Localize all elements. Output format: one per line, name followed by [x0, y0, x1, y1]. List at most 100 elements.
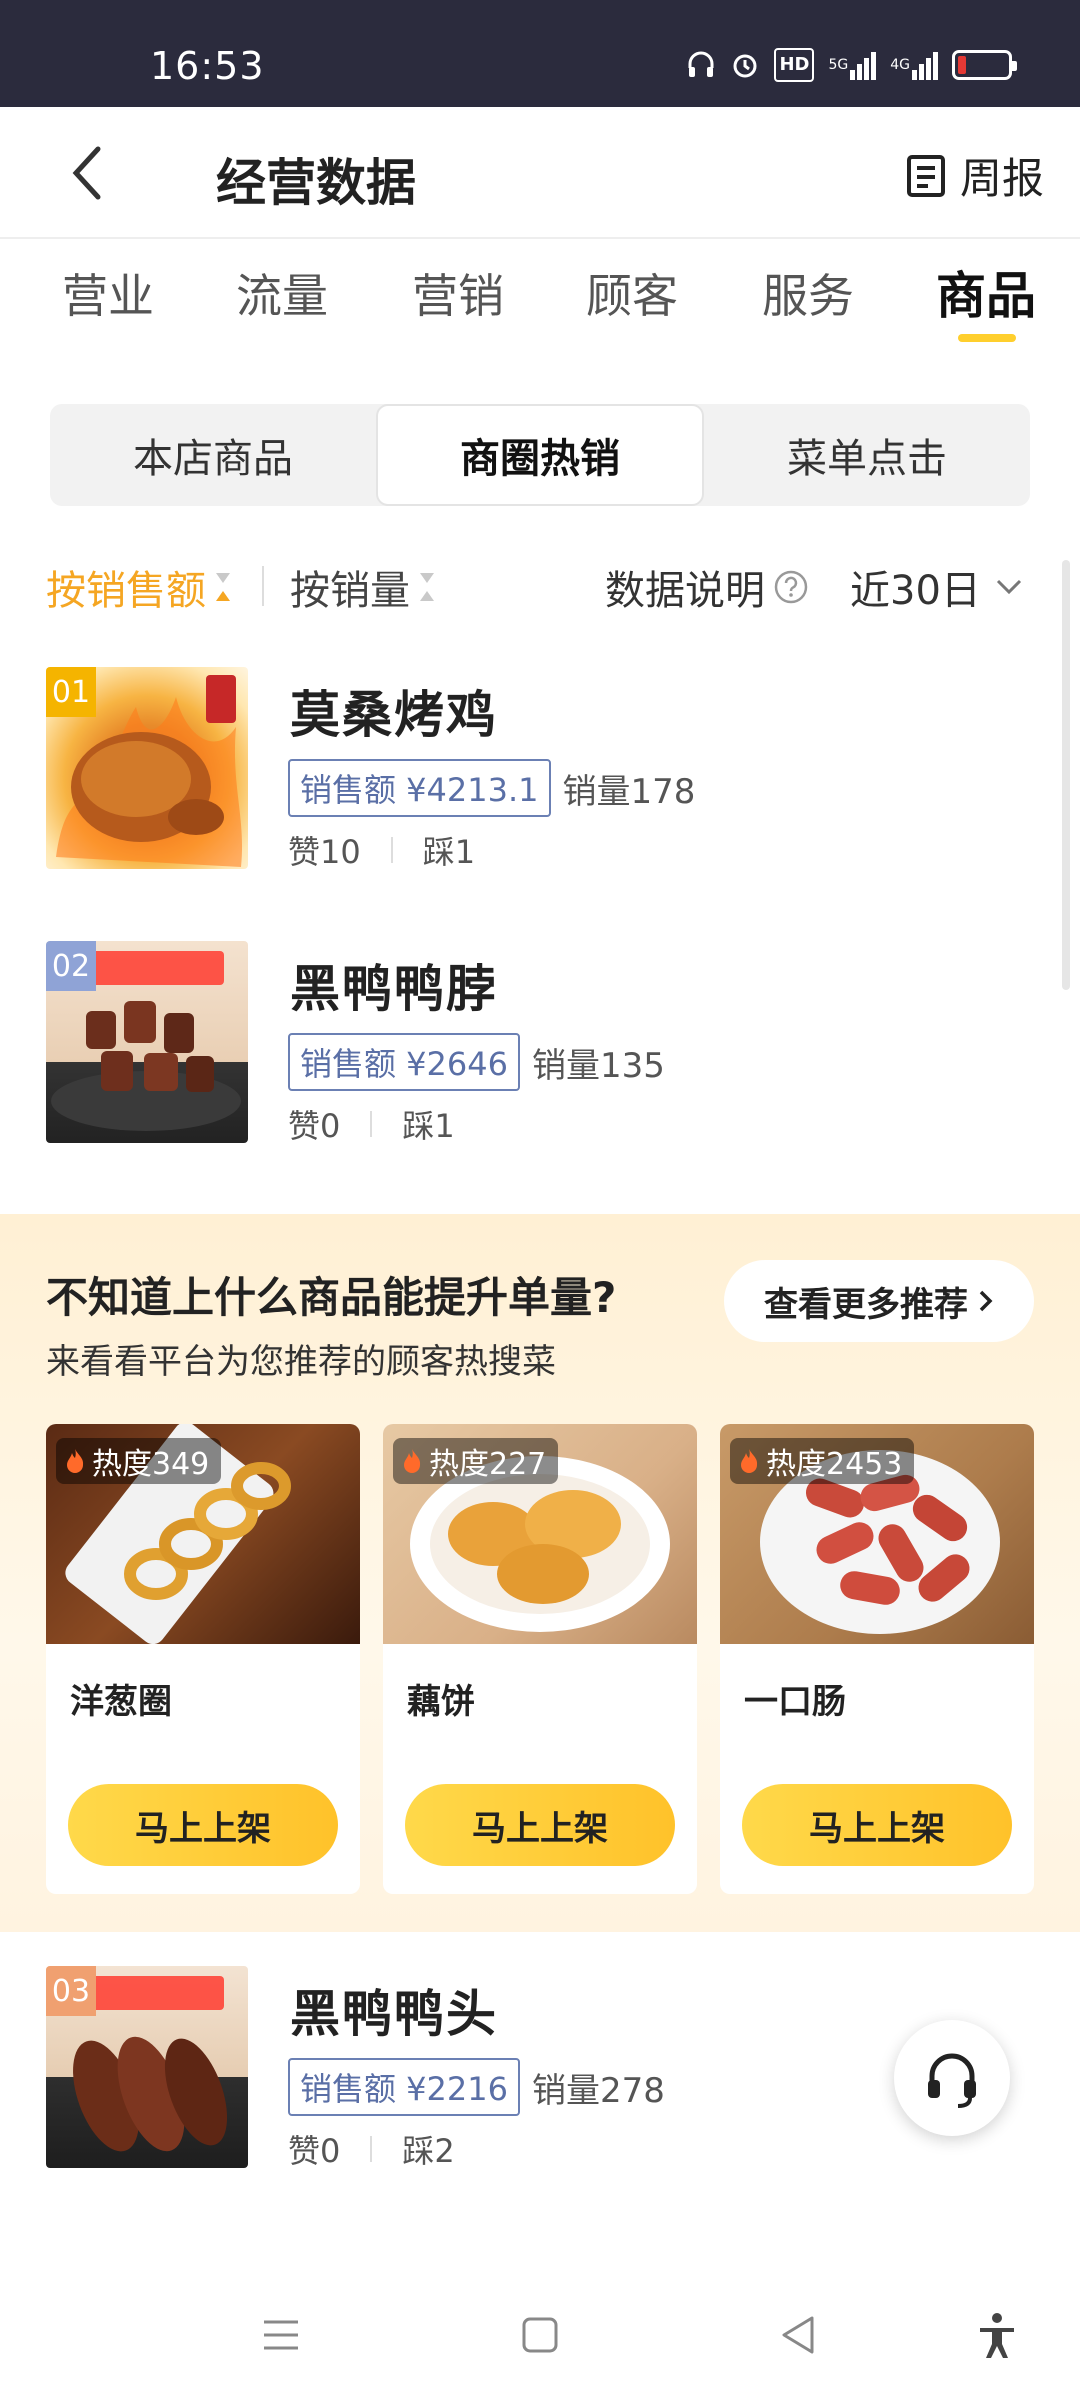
status-icons: HD 5G 4G: [686, 48, 1017, 82]
product-thumbnail: 03: [46, 1966, 248, 2168]
tab-customers[interactable]: 顾客: [586, 260, 678, 326]
recommend-card[interactable]: 热度349 洋葱圈 马上上架: [46, 1424, 360, 1894]
sort-row: 按销售额 按销量 数据说明 近30日: [0, 552, 1080, 622]
sales-amount-tag: 销售额 ¥4213.1: [288, 759, 551, 817]
product-item[interactable]: 01 莫桑烤鸡 销售额 ¥4213.1 销量178 赞10 踩1: [0, 667, 1080, 877]
sort-by-sales-volume[interactable]: 按销量: [290, 558, 438, 616]
main-tabs: 营业 流量 营销 顾客 服务 商品: [0, 246, 1080, 346]
accessibility-icon[interactable]: [972, 2310, 1022, 2360]
hd-icon: HD: [774, 48, 815, 82]
back-arrow-icon[interactable]: [60, 143, 120, 203]
dislikes-count: 踩1: [422, 833, 476, 871]
more-recommendations-button[interactable]: 查看更多推荐: [724, 1260, 1034, 1342]
period-dropdown[interactable]: 近30日: [850, 558, 1023, 616]
tab-products[interactable]: 商品: [936, 256, 1036, 328]
back-triangle-icon[interactable]: [774, 2310, 824, 2360]
data-note-button[interactable]: 数据说明: [605, 558, 809, 616]
product-item[interactable]: 02 黑鸭鸭脖 销售额 ¥2646 销量135 赞0 踩1: [0, 941, 1080, 1151]
flame-icon: [67, 1449, 84, 1473]
rank-badge: 01: [46, 667, 96, 717]
sales-volume: 销量178: [562, 771, 696, 812]
tab-business[interactable]: 营业: [62, 260, 154, 326]
recommend-image: 热度2453: [720, 1424, 1034, 1644]
feedback-divider: [370, 2136, 373, 2162]
more-recommendations-label: 查看更多推荐: [764, 1284, 968, 1325]
4g-label: 4G: [890, 57, 910, 73]
heat-badge: 热度349: [56, 1438, 222, 1484]
5g-label: 5G: [828, 57, 849, 73]
status-bar: 16:53 HD 5G 4G: [0, 0, 1080, 107]
recommend-card[interactable]: 热度2453 一口肠 马上上架: [720, 1424, 1034, 1894]
flame-icon: [741, 1449, 758, 1473]
tab-service[interactable]: 服务: [762, 260, 854, 326]
rank-badge: 02: [46, 941, 96, 991]
period-label: 近30日: [850, 568, 981, 614]
list-now-button[interactable]: 马上上架: [405, 1784, 675, 1866]
segment-menu-clicks[interactable]: 菜单点击: [704, 404, 1030, 506]
recommend-card[interactable]: 热度227 藕饼 马上上架: [383, 1424, 697, 1894]
menu-icon[interactable]: [256, 2310, 306, 2360]
tab-traffic[interactable]: 流量: [236, 260, 328, 326]
sort-by-sales-amount[interactable]: 按销售额: [46, 558, 234, 616]
sort-by-sales-volume-label: 按销量: [290, 568, 410, 614]
heat-badge: 热度2453: [730, 1438, 915, 1484]
status-time: 16:53: [150, 44, 265, 88]
sales-amount-tag: 销售额 ¥2216: [288, 2058, 520, 2116]
chevron-down-icon: [996, 579, 1021, 595]
recommendation-title: 不知道上什么商品能提升单量?: [46, 1273, 617, 1322]
rank-badge: 03: [46, 1966, 96, 2016]
sort-icon: [216, 573, 230, 601]
dislikes-count: 踩2: [402, 2132, 455, 2170]
5g-signal-icon: 5G: [828, 50, 877, 80]
home-square-icon[interactable]: [515, 2310, 565, 2360]
segment-area-hot-sales[interactable]: 商圈热销: [376, 404, 704, 506]
sort-icon: [420, 573, 434, 601]
product-tags: 销售额 ¥2216 销量278: [288, 2058, 665, 2116]
recommend-dish-name: 藕饼: [407, 1682, 475, 1722]
list-now-button[interactable]: 马上上架: [68, 1784, 338, 1866]
recommendation-section: 不知道上什么商品能提升单量? 来看看平台为您推荐的顾客热搜菜 查看更多推荐 热度…: [0, 1214, 1080, 1932]
heat-badge: 热度227: [393, 1438, 559, 1484]
product-thumbnail: 01: [46, 667, 248, 869]
sales-volume: 销量278: [531, 2070, 665, 2111]
sales-volume: 销量135: [531, 1045, 665, 1086]
segment-store-products[interactable]: 本店商品: [50, 404, 376, 506]
page-title: 经营数据: [216, 154, 416, 212]
product-feedback: 赞0 踩1: [288, 1101, 455, 1147]
weekly-report-label: 周报: [959, 154, 1044, 203]
product-name: 黑鸭鸭头: [290, 1985, 498, 2043]
report-icon: [906, 154, 945, 197]
sort-divider: [262, 566, 264, 606]
segment-control: 本店商品 商圈热销 菜单点击: [50, 404, 1030, 506]
feedback-divider: [390, 837, 393, 863]
product-name: 黑鸭鸭脖: [290, 960, 498, 1018]
dislikes-count: 踩1: [402, 1107, 455, 1145]
active-tab-indicator: [958, 334, 1016, 342]
product-thumbnail: 02: [46, 941, 248, 1143]
chevron-right-icon: [979, 1290, 993, 1312]
sort-by-sales-amount-label: 按销售额: [46, 568, 206, 614]
system-nav-bar: [0, 2270, 1080, 2400]
app-header: 经营数据 周报: [0, 107, 1080, 239]
list-now-button[interactable]: 马上上架: [742, 1784, 1012, 1866]
recommend-dish-name: 一口肠: [744, 1682, 846, 1722]
heat-value: 热度227: [429, 1447, 547, 1482]
question-icon: [774, 570, 808, 604]
alarm-icon: [733, 54, 757, 78]
heat-value: 热度2453: [766, 1447, 903, 1482]
battery-icon: [952, 50, 1017, 80]
sales-amount-tag: 销售额 ¥2646: [288, 1033, 520, 1091]
product-feedback: 赞0 踩2: [288, 2126, 455, 2172]
product-name: 莫桑烤鸡: [290, 686, 498, 744]
data-note-label: 数据说明: [605, 568, 765, 614]
tab-marketing[interactable]: 营销: [412, 260, 504, 326]
flame-icon: [404, 1449, 421, 1473]
product-tags: 销售额 ¥4213.1 销量178: [288, 759, 695, 817]
recommend-image: 热度349: [46, 1424, 360, 1644]
weekly-report-button[interactable]: 周报: [906, 145, 1044, 206]
customer-service-button[interactable]: [894, 2020, 1010, 2136]
4g-signal-icon: 4G: [890, 50, 938, 80]
likes-count: 赞0: [288, 1107, 341, 1145]
recommend-dish-name: 洋葱圈: [70, 1682, 172, 1722]
headphones-icon: [688, 51, 714, 77]
